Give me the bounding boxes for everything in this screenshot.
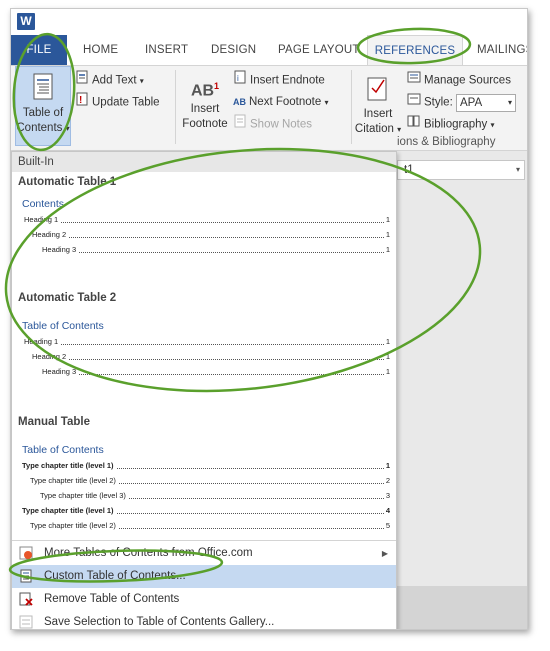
insert-endnote-icon: i <box>233 70 247 91</box>
style-icon <box>407 92 421 113</box>
toc-preview-line: Heading 31 <box>42 366 390 378</box>
toc-preview-line: Type chapter title (level 2) 5 <box>30 520 390 532</box>
next-footnote-icon: AB <box>233 97 246 107</box>
add-text-button[interactable]: Add Text ▾ <box>75 70 144 90</box>
document-background <box>397 586 527 629</box>
tab-home[interactable]: HOME <box>83 35 118 65</box>
word-logo-icon: W <box>17 13 35 30</box>
tab-mailings[interactable]: MAILINGS <box>477 35 527 65</box>
manual-table-preview[interactable]: Table of Contents Type chapter title (le… <box>14 436 394 536</box>
save-selection-to-gallery-item[interactable]: Save Selection to Table of Contents Gall… <box>12 611 396 629</box>
toc-preview-line: Heading 21 <box>32 229 390 241</box>
automatic-table-1-preview[interactable]: Contents Heading 11 Heading 21 Heading 3… <box>14 192 394 292</box>
toc-preview-line: Heading 11 <box>24 214 390 226</box>
style-selector[interactable]: Style: APA ▾ <box>407 92 516 112</box>
toc-preview-line: Heading 11 <box>24 336 390 348</box>
show-notes-button[interactable]: Show Notes <box>233 114 312 134</box>
manual-table-title: Manual Table <box>18 416 90 428</box>
ribbon-separator <box>351 70 352 144</box>
next-footnote-button[interactable]: AB Next Footnote ▾ <box>233 92 328 112</box>
document-style-box[interactable]: t1 ▾ <box>397 160 525 180</box>
toc-preview-line: Heading 31 <box>42 244 390 256</box>
gallery-divider <box>12 540 396 541</box>
insert-footnote-label-line2: Footnote <box>182 118 228 130</box>
toc-label-line1: Table of <box>22 107 64 119</box>
save-to-gallery-icon <box>19 615 33 629</box>
submenu-arrow-icon: ▶ <box>381 549 388 558</box>
word-window: W FILE HOME INSERT DESIGN PAGE LAYOUT RE… <box>10 8 528 630</box>
insert-footnote-button[interactable]: AB1 Insert Footnote <box>179 72 231 132</box>
automatic-table-2-preview[interactable]: Table of Contents Heading 11 Heading 21 … <box>14 312 394 412</box>
tab-design[interactable]: DESIGN <box>211 35 256 65</box>
insert-endnote-button[interactable]: i Insert Endnote <box>233 70 325 90</box>
table-of-contents-button[interactable]: Table of Contents ▾ <box>15 66 71 146</box>
toc-gallery-dropdown: Built-In Automatic Table 1 Contents Head… <box>11 151 397 629</box>
custom-toc-icon <box>19 569 33 583</box>
toc-preview-line: Type chapter title (level 3) 3 <box>40 490 390 502</box>
svg-text:i: i <box>237 74 239 83</box>
manage-sources-button[interactable]: Manage Sources <box>407 70 511 90</box>
bibliography-button[interactable]: Bibliography ▾ <box>407 114 495 134</box>
title-bar: W <box>11 9 527 35</box>
custom-table-of-contents-item[interactable]: Custom Table of Contents... <box>12 565 396 588</box>
ribbon-separator <box>175 70 176 144</box>
citations-group-label: ions & Bibliography <box>397 136 496 148</box>
manage-sources-icon <box>407 70 421 91</box>
remove-table-of-contents-item[interactable]: Remove Table of Contents <box>12 588 396 611</box>
toc-preview-line: Heading 21 <box>32 351 390 363</box>
insert-citation-label-line2: Citation ▾ <box>354 123 402 135</box>
insert-citation-icon <box>367 77 387 101</box>
toc-preview-line: Type chapter title (level 2) 2 <box>30 475 390 487</box>
gallery-header-built-in: Built-In <box>12 152 396 172</box>
style-dropdown[interactable]: APA ▾ <box>455 93 516 112</box>
table-of-contents-icon <box>33 73 53 100</box>
tab-insert[interactable]: INSERT <box>145 35 188 65</box>
toc-preview-line: Type chapter title (level 1) 1 <box>22 460 390 472</box>
insert-footnote-label-line1: Insert <box>190 103 220 115</box>
document-area: t1 ▾ <box>397 151 527 629</box>
update-table-icon: ! <box>75 92 89 113</box>
toc-preview-heading: Table of Contents <box>22 320 104 332</box>
footnote-icon: AB1 <box>190 81 220 100</box>
automatic-table-2-title: Automatic Table 2 <box>18 292 117 304</box>
toc-preview-heading: Contents <box>22 198 65 210</box>
insert-citation-button[interactable]: Insert Citation ▾ <box>353 72 403 137</box>
insert-citation-label-line1: Insert <box>363 108 393 120</box>
add-text-icon <box>75 70 89 91</box>
tab-page-layout[interactable]: PAGE LAYOUT <box>278 35 360 65</box>
more-tables-of-contents-item[interactable]: More Tables of Contents from Office.com … <box>12 542 396 565</box>
svg-text:!: ! <box>79 95 82 106</box>
show-notes-icon <box>233 114 247 135</box>
automatic-table-1-title: Automatic Table 1 <box>18 176 117 188</box>
update-table-button[interactable]: ! Update Table <box>75 92 160 112</box>
bibliography-icon <box>407 114 421 135</box>
remove-toc-icon <box>19 592 33 606</box>
toc-preview-heading: Table of Contents <box>22 444 104 456</box>
ribbon: Table of Contents ▾ Add Text ▾ ! Update … <box>11 65 527 151</box>
toc-preview-line: Type chapter title (level 1) 4 <box>22 505 390 517</box>
ribbon-tabs: FILE HOME INSERT DESIGN PAGE LAYOUT REFE… <box>11 35 527 66</box>
tab-references[interactable]: REFERENCES <box>367 35 463 66</box>
office-globe-icon <box>19 546 33 560</box>
tab-file[interactable]: FILE <box>11 35 67 65</box>
toc-label-line2: Contents ▾ <box>16 122 70 134</box>
